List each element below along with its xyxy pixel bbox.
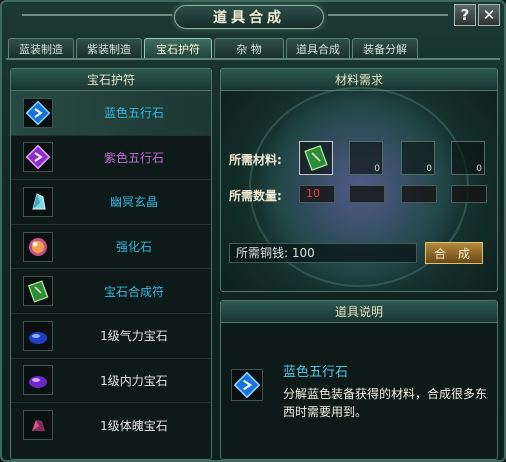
list-item-strength-gem[interactable]: 1级气力宝石: [11, 314, 211, 359]
item-description: 分解蓝色装备获得的材料，合成很多东西时需要用到。: [283, 387, 488, 419]
material-slot-3[interactable]: 0: [401, 141, 435, 175]
purple-rune-stone-icon: [23, 142, 53, 173]
qty-field-1: 10: [299, 185, 335, 203]
tab-misc[interactable]: 杂 物: [214, 38, 284, 58]
gem-list-header: 宝石护符: [11, 69, 211, 91]
tab-gear-disassemble[interactable]: 装备分解: [352, 38, 418, 58]
gem-label: 1级内力宝石: [100, 373, 168, 388]
materials-panel: 材料需求 所需材料: 所需数量: 0 0 0 10 所需铜钱: 100 合 成: [220, 68, 498, 292]
gem-label: 蓝色五行石: [103, 106, 164, 121]
title-ornament-left: [22, 14, 172, 16]
gem-label: 1级气力宝石: [100, 329, 168, 344]
material-slot-2[interactable]: 0: [349, 141, 383, 175]
description-panel: 道具说明 蓝色五行石 分解蓝色装备获得的材料，合成很多东西时需要用到。: [220, 300, 498, 460]
material-slot-4[interactable]: 0: [451, 141, 485, 175]
gem-label: 幽冥玄晶: [109, 195, 158, 210]
list-item-blue-rune-stone[interactable]: 蓝色五行石: [11, 91, 211, 136]
compose-window: 道具合成 ? ✕ 蓝装制造 紫装制造 宝石护符 杂 物 道具合成 装备分解 宝石…: [0, 0, 506, 462]
qty-field-4: [451, 185, 487, 203]
required-material-label: 所需材料:: [229, 153, 282, 167]
help-button[interactable]: ?: [454, 4, 476, 26]
gem-label: 1级体魄宝石: [100, 418, 168, 433]
qty-field-3: [401, 185, 437, 203]
item-name: 蓝色五行石: [283, 365, 349, 380]
qty-field-2: [349, 185, 385, 203]
tab-bar: 蓝装制造 紫装制造 宝石护符 杂 物 道具合成 装备分解: [8, 38, 420, 58]
slot-count: 0: [426, 164, 432, 174]
list-item-inner-gem[interactable]: 1级内力宝石: [11, 359, 211, 404]
compose-button[interactable]: 合 成: [425, 242, 483, 264]
list-item-gem-talisman[interactable]: 宝石合成符: [11, 269, 211, 314]
tab-gem-amulet[interactable]: 宝石护符: [144, 38, 212, 58]
required-qty-label: 所需数量:: [229, 189, 282, 203]
gem-label: 强化石: [115, 240, 152, 255]
description-header: 道具说明: [221, 301, 497, 323]
tab-item-compose[interactable]: 道具合成: [286, 38, 350, 58]
red-gem-icon: [23, 410, 53, 441]
slot-count: 0: [374, 164, 380, 174]
orb-icon: [23, 231, 53, 262]
tab-purple-gear[interactable]: 紫装制造: [76, 38, 142, 58]
title-ornament-right: [328, 14, 448, 16]
blue-rune-stone-icon: [231, 369, 263, 401]
blue-gem-icon: [23, 320, 53, 351]
tab-divider: [6, 58, 500, 60]
purple-gem-icon: [23, 365, 53, 396]
material-slot-1[interactable]: [299, 141, 333, 175]
close-button[interactable]: ✕: [478, 4, 500, 26]
tab-blue-gear[interactable]: 蓝装制造: [8, 38, 74, 58]
gem-label: 紫色五行石: [103, 150, 164, 165]
green-talisman-icon: [304, 145, 328, 171]
talisman-icon: [23, 276, 53, 307]
crystal-icon: [23, 186, 53, 217]
list-item-body-gem[interactable]: 1级体魄宝石: [11, 403, 211, 448]
list-item-enhance-stone[interactable]: 强化石: [11, 225, 211, 270]
title-bar: 道具合成 ? ✕: [2, 2, 504, 36]
list-item-purple-rune-stone[interactable]: 紫色五行石: [11, 136, 211, 181]
window-title: 道具合成: [174, 5, 324, 29]
slot-count: 0: [476, 164, 482, 174]
blue-rune-stone-icon: [23, 97, 53, 128]
gem-label: 宝石合成符: [103, 284, 164, 299]
list-item-crystal[interactable]: 幽冥玄晶: [11, 180, 211, 225]
copper-cost: 所需铜钱: 100: [229, 243, 417, 263]
gem-list-panel: 宝石护符 蓝色五行石 紫色五行石 幽冥玄晶 强化石 宝石合成符 1级气力宝石 1…: [10, 68, 212, 460]
